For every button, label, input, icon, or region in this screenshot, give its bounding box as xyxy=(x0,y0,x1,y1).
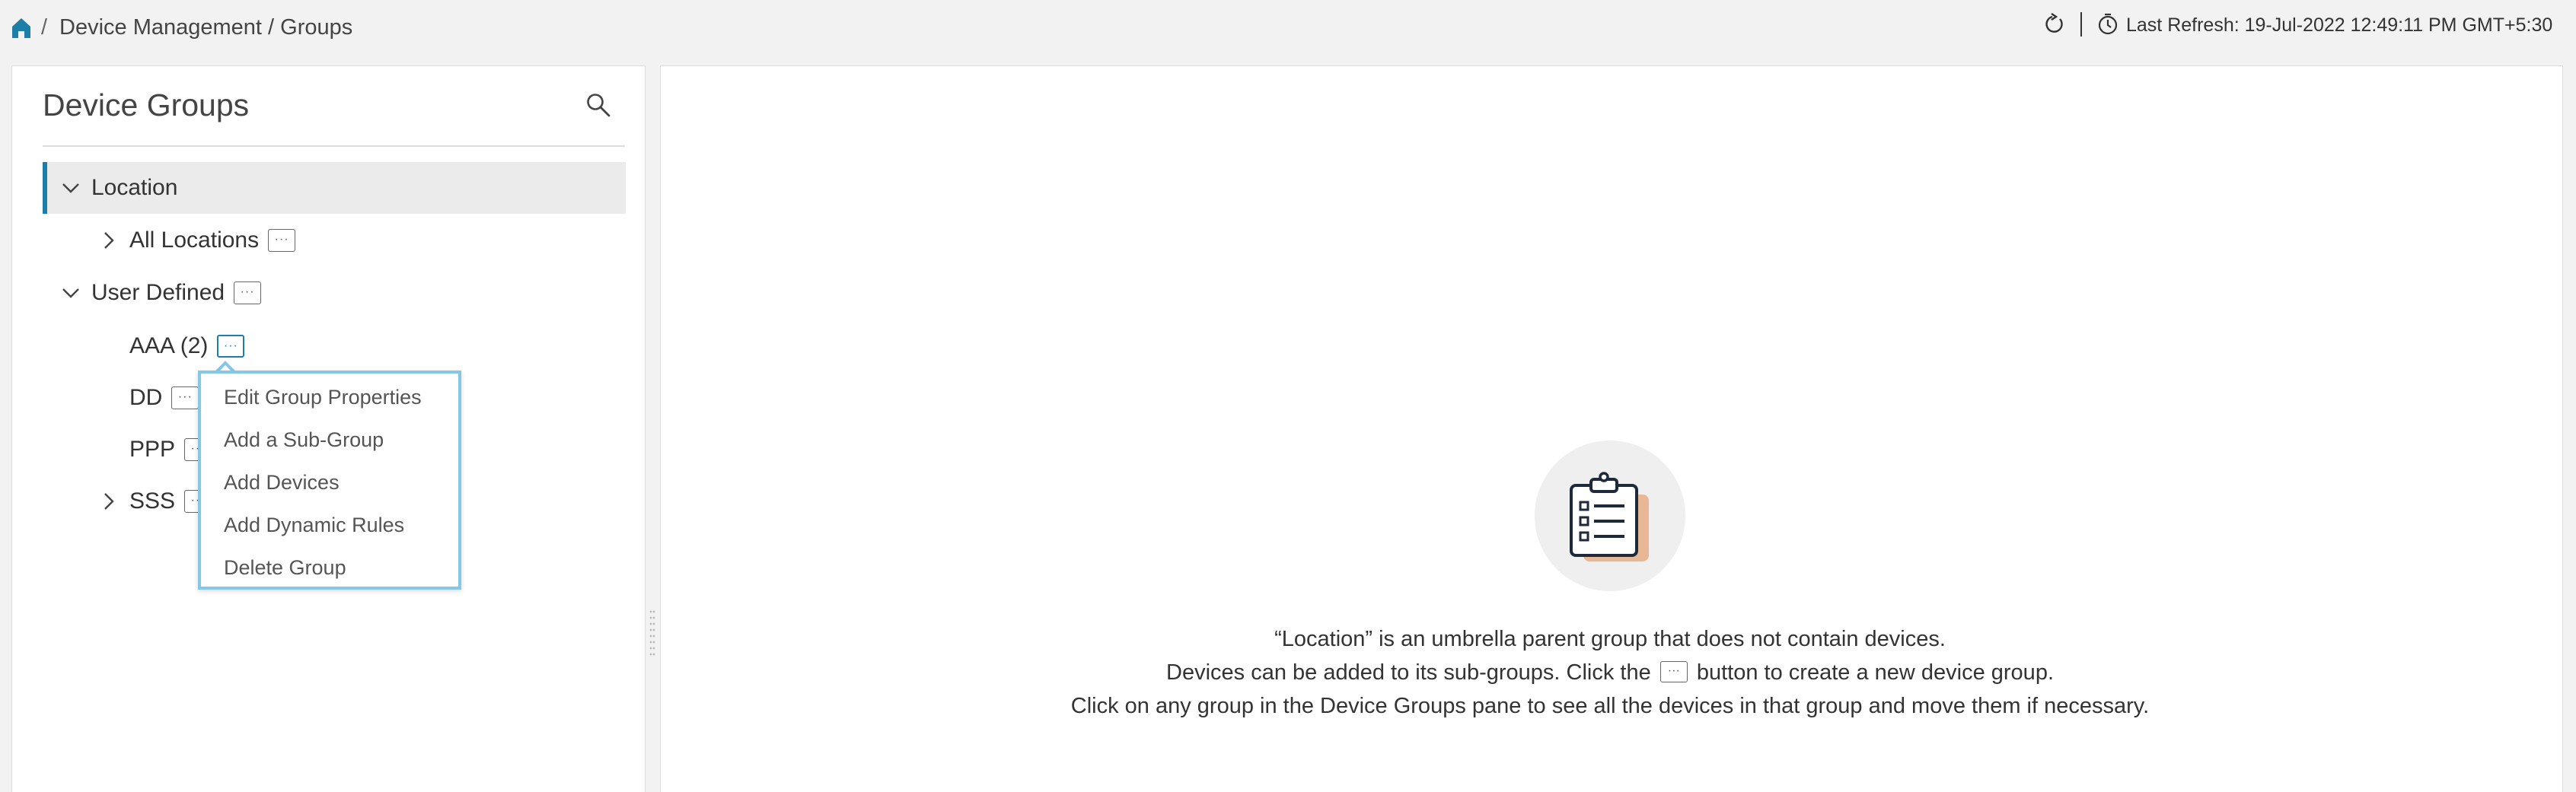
menu-item-add-sub-group[interactable]: Add a Sub-Group xyxy=(224,428,384,452)
group-context-menu: Edit Group Properties Add a Sub-Group Ad… xyxy=(198,371,461,590)
timer-icon xyxy=(2098,13,2118,35)
home-icon[interactable] xyxy=(11,17,32,40)
tree-node-sss[interactable]: SSS ··· xyxy=(99,476,212,527)
tree-node-location[interactable]: Location xyxy=(43,162,626,214)
chevron-down-icon[interactable] xyxy=(61,283,81,303)
menu-item-edit-group-properties[interactable]: Edit Group Properties xyxy=(224,386,422,409)
tree-node-user-defined[interactable]: User Defined ··· xyxy=(61,267,262,319)
chevron-right-icon[interactable] xyxy=(99,491,119,511)
tree-node-label: PPP xyxy=(129,437,176,462)
tree-node-dd[interactable]: DD ··· xyxy=(129,372,199,424)
menu-item-delete-group[interactable]: Delete Group xyxy=(224,556,346,580)
last-refresh-text: Last Refresh: 19-Jul-2022 12:49:11 PM GM… xyxy=(2126,14,2553,36)
empty-state-line-3: Click on any group in the Device Groups … xyxy=(1070,694,2150,718)
breadcrumb-separator: / xyxy=(41,15,48,40)
tree-node-label: All Locations xyxy=(129,227,260,253)
menu-item-add-dynamic-rules[interactable]: Add Dynamic Rules xyxy=(224,514,404,537)
tree-node-label: DD xyxy=(129,385,163,410)
more-options-button[interactable]: ··· xyxy=(217,335,245,358)
tree-node-label: User Defined xyxy=(91,280,225,305)
more-options-button[interactable]: ··· xyxy=(234,281,262,304)
top-bar: / Device Management / Groups Last Refres… xyxy=(0,0,2576,61)
header-divider xyxy=(2080,12,2082,37)
empty-state-text: button to create a new device group. xyxy=(1696,660,2054,685)
breadcrumb[interactable]: Device Management / Groups xyxy=(59,15,352,40)
refresh-icon[interactable] xyxy=(2043,13,2066,36)
tree-node-label: Location xyxy=(91,175,178,200)
tree-node-label: SSS xyxy=(129,488,176,514)
empty-state-line-1: “Location” is an umbrella parent group t… xyxy=(1274,627,1946,651)
search-icon[interactable] xyxy=(585,92,611,118)
clipboard-icon xyxy=(1570,472,1649,561)
empty-state-line-2: Devices can be added to its sub-groups. … xyxy=(761,660,2459,685)
tree-node-all-locations[interactable]: All Locations ··· xyxy=(99,215,296,266)
pane-resize-handle[interactable] xyxy=(649,609,656,657)
chevron-right-icon[interactable] xyxy=(99,231,119,250)
tree-node-label: AAA (2) xyxy=(129,333,209,358)
more-options-button[interactable]: ··· xyxy=(171,386,199,409)
empty-state-text: Devices can be added to its sub-groups. … xyxy=(1166,660,1651,685)
title-divider xyxy=(43,145,625,147)
more-options-icon: ··· xyxy=(1659,661,1688,682)
pane-title: Device Groups xyxy=(43,87,250,122)
chevron-down-icon[interactable] xyxy=(61,178,81,198)
menu-item-add-devices[interactable]: Add Devices xyxy=(224,471,340,495)
more-options-button[interactable]: ··· xyxy=(268,229,296,252)
